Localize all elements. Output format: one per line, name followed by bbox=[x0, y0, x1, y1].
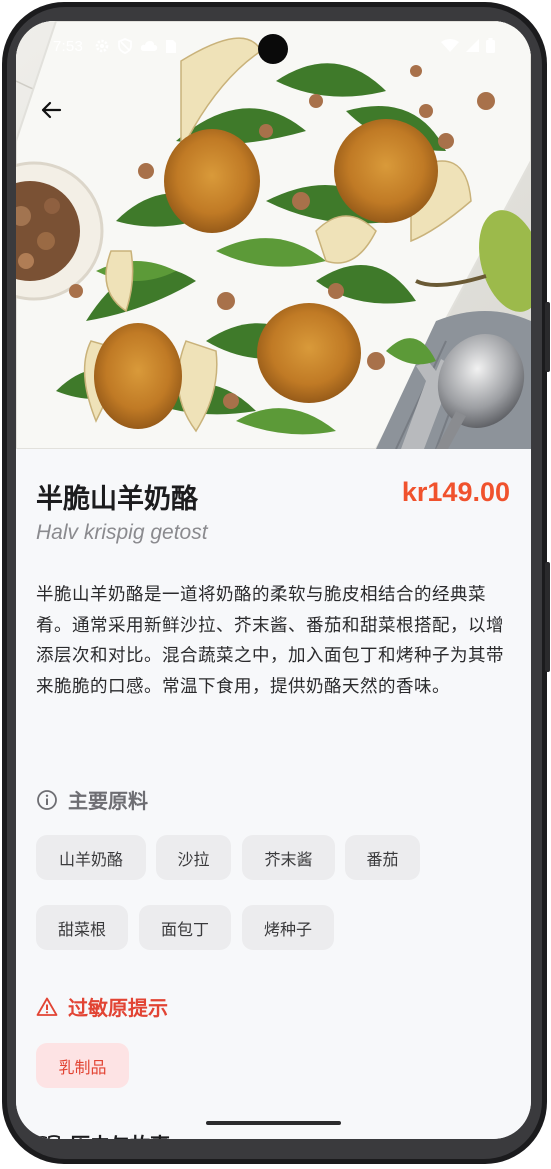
detail-content: 半脆山羊奶酪 kr149.00 Halv krispig getost 半脆山羊… bbox=[16, 449, 531, 1139]
home-indicator[interactable] bbox=[206, 1121, 341, 1125]
history-heading-label: 历史与故事 bbox=[70, 1129, 170, 1139]
dish-title: 半脆山羊奶酪 bbox=[36, 484, 198, 515]
allergen-chip: 乳制品 bbox=[36, 1043, 129, 1088]
shield-icon bbox=[117, 38, 133, 54]
dish-price: kr149.00 bbox=[401, 477, 510, 507]
hero-image: 7:53 bbox=[16, 21, 531, 449]
salad-photo bbox=[16, 21, 531, 449]
signal-icon bbox=[465, 38, 480, 53]
ingredient-chip: 沙拉 bbox=[156, 835, 231, 880]
allergen-heading-label: 过敏原提示 bbox=[68, 996, 168, 1020]
ingredients-heading-label: 主要原料 bbox=[68, 789, 148, 813]
back-button[interactable] bbox=[36, 95, 66, 125]
arrow-left-icon bbox=[41, 101, 62, 119]
ingredient-chip: 面包丁 bbox=[139, 905, 231, 950]
ingredient-chip: 芥末酱 bbox=[242, 835, 335, 880]
volume-button bbox=[545, 302, 550, 372]
ingredient-chip: 甜菜根 bbox=[36, 905, 128, 950]
dish-subtitle: Halv krispig getost bbox=[36, 521, 208, 544]
screen: 7:53 半脆山羊奶酪 kr149.00 Halv krispig getost… bbox=[16, 21, 531, 1139]
ingredient-chip: 烤种子 bbox=[242, 905, 334, 950]
front-camera bbox=[258, 34, 288, 64]
warning-icon bbox=[36, 997, 58, 1016]
wifi-icon bbox=[441, 38, 459, 53]
allergen-heading: 过敏原提示 bbox=[36, 992, 168, 1021]
power-button bbox=[545, 562, 550, 672]
ingredient-chip: 山羊奶酪 bbox=[36, 835, 146, 880]
dish-description: 半脆山羊奶酪是一道将奶酪的柔软与脆皮相结合的经典菜肴。通常采用新鲜沙拉、芥末酱、… bbox=[36, 585, 504, 697]
info-icon bbox=[37, 789, 57, 810]
ingredient-chip: 番茄 bbox=[345, 835, 420, 880]
book-open-icon bbox=[37, 1134, 60, 1139]
battery-icon bbox=[486, 38, 495, 53]
sim-icon bbox=[165, 39, 177, 54]
gear-icon bbox=[94, 38, 110, 54]
ingredients-heading: 主要原料 bbox=[36, 785, 148, 814]
cloud-icon bbox=[140, 39, 158, 53]
status-time: 7:53 bbox=[53, 38, 83, 55]
history-heading: 历史与故事 bbox=[36, 1129, 170, 1139]
